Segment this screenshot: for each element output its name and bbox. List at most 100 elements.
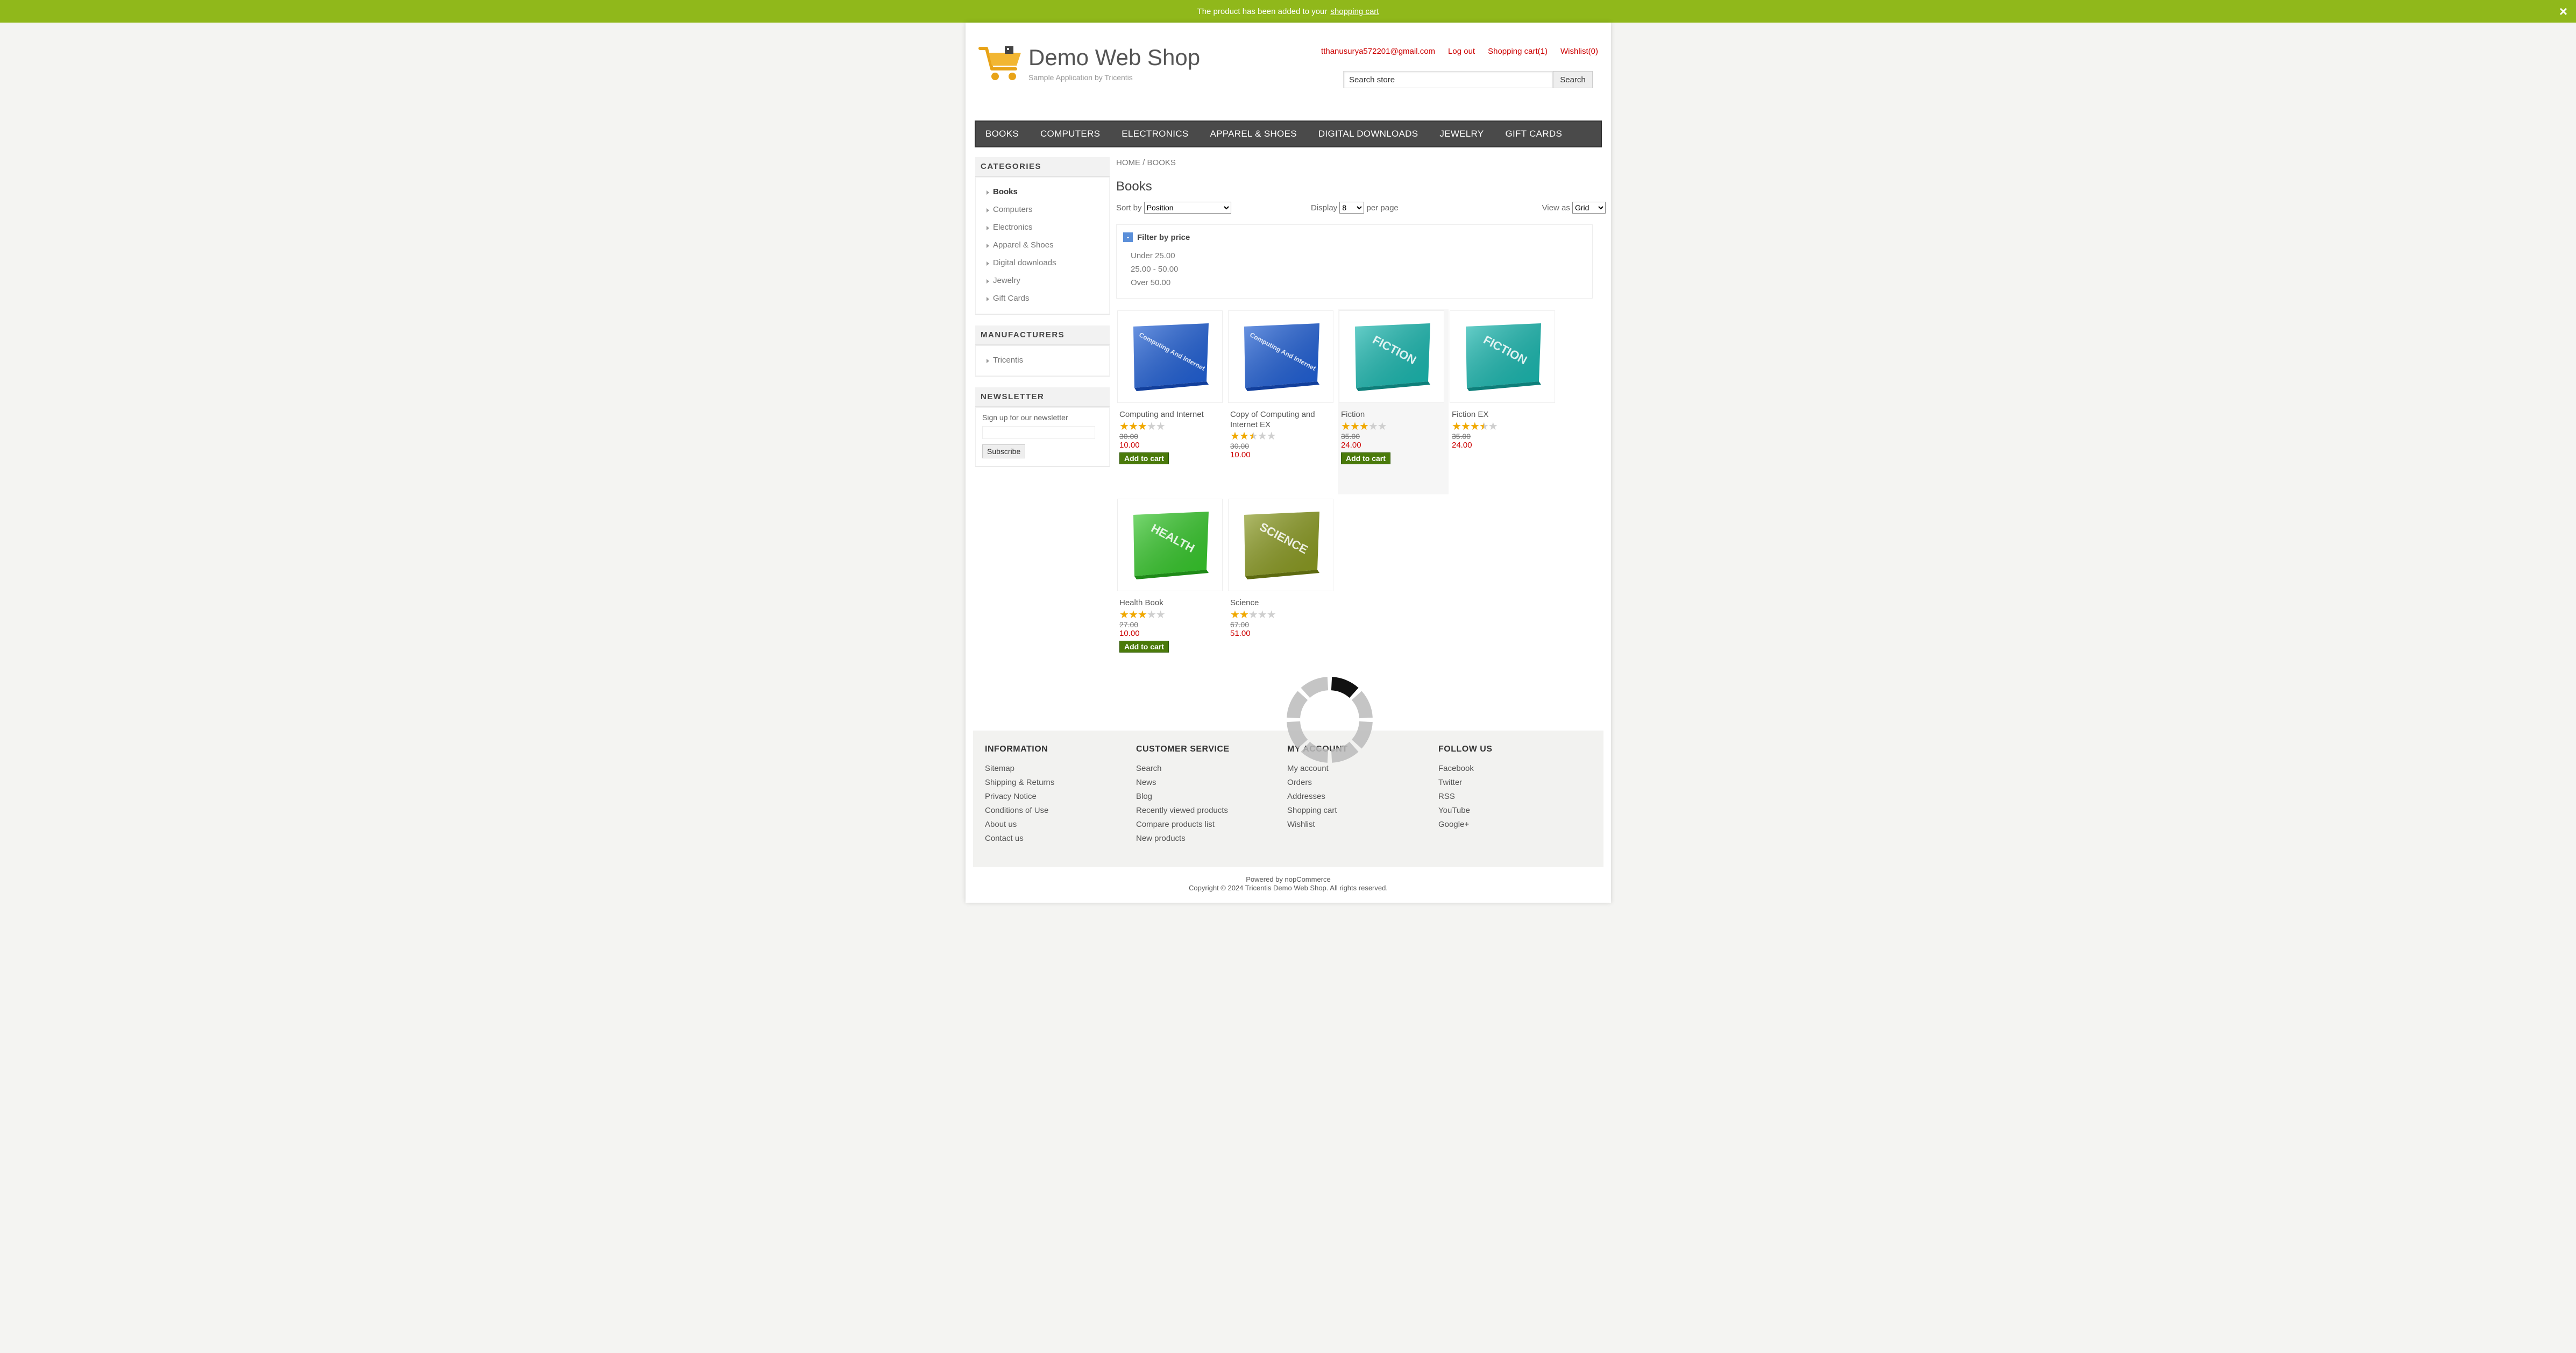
- footer-link[interactable]: New products: [1136, 832, 1276, 846]
- menu-apparel-shoes[interactable]: APPAREL & SHOES: [1210, 129, 1297, 139]
- product-title[interactable]: Science: [1230, 598, 1332, 608]
- manufacturer-tricentis[interactable]: Tricentis: [985, 351, 1109, 369]
- logout-link[interactable]: Log out: [1448, 47, 1475, 56]
- category-books[interactable]: Books: [985, 183, 1109, 201]
- footer-link[interactable]: Search: [1136, 762, 1276, 776]
- close-icon[interactable]: ×: [2559, 4, 2567, 18]
- product-title[interactable]: Fiction: [1341, 409, 1443, 420]
- sort-select[interactable]: Position: [1144, 202, 1231, 214]
- star-icon: ★: [1359, 421, 1369, 433]
- category-computers[interactable]: Computers: [985, 201, 1109, 218]
- product-selectors: Sort by Position Display 8 per page View…: [1116, 202, 1606, 217]
- footer-link[interactable]: News: [1136, 776, 1276, 790]
- shopping-cart-link[interactable]: shopping cart: [1330, 7, 1379, 16]
- collapse-toggle-icon[interactable]: -: [1123, 232, 1133, 242]
- footer-link[interactable]: Blog: [1136, 790, 1276, 804]
- category-jewelry[interactable]: Jewelry: [985, 272, 1109, 289]
- product-title[interactable]: Fiction EX: [1452, 409, 1554, 420]
- product-image[interactable]: FICTION: [1339, 310, 1444, 403]
- newsletter-text: Sign up for our newsletter: [982, 413, 1068, 422]
- wishlist-link[interactable]: Wishlist(0): [1560, 47, 1598, 56]
- star-icon: ★: [1257, 430, 1267, 442]
- menu-jewelry[interactable]: JEWELRY: [1439, 129, 1484, 139]
- footer-link[interactable]: About us: [985, 818, 1125, 832]
- price-range-25-50[interactable]: 25.00 - 50.00: [1131, 263, 1586, 277]
- footer-link[interactable]: Facebook: [1438, 762, 1578, 776]
- star-icon: ★: [1155, 421, 1166, 433]
- category-electronics[interactable]: Electronics: [985, 218, 1109, 236]
- menu-electronics[interactable]: ELECTRONICS: [1122, 129, 1188, 139]
- footer-link[interactable]: Shopping cart: [1287, 804, 1427, 818]
- add-to-cart-button[interactable]: Add to cart: [1119, 452, 1169, 464]
- breadcrumb: HOME / BOOKS: [1116, 158, 1606, 167]
- old-price: 35.00: [1452, 432, 1471, 441]
- product-image[interactable]: Computing And Internet: [1117, 310, 1223, 403]
- menu-books[interactable]: BOOKS: [985, 129, 1019, 139]
- star-icon: ★: [1119, 421, 1129, 433]
- copyright-text: Copyright © 2024 Tricentis Demo Web Shop…: [1189, 884, 1388, 892]
- product-image[interactable]: FICTION: [1450, 310, 1555, 403]
- spinner-segment: [1351, 721, 1373, 749]
- footer-link[interactable]: Addresses: [1287, 790, 1427, 804]
- view-mode-select[interactable]: Grid: [1572, 202, 1606, 214]
- product-title[interactable]: Health Book: [1119, 598, 1222, 608]
- menu-digital-downloads[interactable]: DIGITAL DOWNLOADS: [1318, 129, 1418, 139]
- footer-link[interactable]: Sitemap: [985, 762, 1125, 776]
- add-to-cart-button[interactable]: Add to cart: [1341, 452, 1390, 464]
- footer-column-title: INFORMATION: [985, 745, 1048, 754]
- footer-link[interactable]: Wishlist: [1287, 818, 1427, 832]
- footer-link[interactable]: Compare products list: [1136, 818, 1276, 832]
- star-icon: ★: [1488, 421, 1498, 433]
- notification-bar: The product has been added to your shopp…: [0, 0, 2576, 23]
- product-grid: Computing And Internet Computing and Inte…: [1116, 309, 1593, 686]
- footer-link[interactable]: Shipping & Returns: [985, 776, 1125, 790]
- shopping-cart-header-link[interactable]: Shopping cart(1): [1488, 47, 1548, 56]
- price-range-under-25[interactable]: Under 25.00: [1131, 250, 1586, 263]
- newsletter-block: NEWSLETTER Sign up for our newsletter Su…: [975, 387, 1110, 467]
- footer-link[interactable]: Contact us: [985, 832, 1125, 846]
- spinner-segment: [1301, 677, 1329, 698]
- menu-gift-cards[interactable]: GIFT CARDS: [1505, 129, 1562, 139]
- category-gift-cards[interactable]: Gift Cards: [985, 289, 1109, 307]
- star-icon: ★: [1146, 609, 1156, 621]
- footer-link[interactable]: Privacy Notice: [985, 790, 1125, 804]
- logo[interactable]: Demo Web Shop Sample Application by Tric…: [978, 43, 1200, 84]
- actual-price: 24.00: [1452, 441, 1472, 450]
- top-menu: BOOKS COMPUTERS ELECTRONICS APPAREL & SH…: [975, 121, 1602, 147]
- menu-computers[interactable]: COMPUTERS: [1040, 129, 1100, 139]
- account-link[interactable]: tthanusurya572201@gmail.com: [1321, 47, 1435, 56]
- newsletter-email-input[interactable]: [982, 426, 1095, 439]
- category-apparel-shoes[interactable]: Apparel & Shoes: [985, 236, 1109, 254]
- page-size-select[interactable]: 8: [1339, 202, 1365, 214]
- product-image[interactable]: SCIENCE: [1228, 499, 1333, 591]
- old-price: 30.00: [1230, 442, 1250, 450]
- search-button[interactable]: Search: [1553, 71, 1593, 88]
- actual-price: 24.00: [1341, 441, 1361, 450]
- add-to-cart-button[interactable]: Add to cart: [1119, 641, 1169, 653]
- subscribe-button[interactable]: Subscribe: [982, 444, 1026, 458]
- category-digital-downloads[interactable]: Digital downloads: [985, 254, 1109, 272]
- footer-column-title: FOLLOW US: [1438, 745, 1493, 754]
- footer-link[interactable]: Orders: [1287, 776, 1427, 790]
- star-icon: ★: [1137, 609, 1147, 621]
- filter-title: Filter by price: [1137, 232, 1190, 242]
- price-range-over-50[interactable]: Over 50.00: [1131, 277, 1586, 290]
- product-title[interactable]: Copy of Computing and Internet EX: [1230, 409, 1332, 430]
- actual-price: 10.00: [1119, 441, 1140, 450]
- breadcrumb-home[interactable]: HOME: [1116, 158, 1140, 167]
- footer-link[interactable]: RSS: [1438, 790, 1578, 804]
- product-title[interactable]: Computing and Internet: [1119, 409, 1222, 420]
- star-icon: ★: [1230, 430, 1240, 442]
- star-icon: ★: [1350, 421, 1360, 433]
- search-input[interactable]: [1343, 71, 1553, 88]
- footer-link[interactable]: Twitter: [1438, 776, 1578, 790]
- star-icon: ★: [1137, 421, 1147, 433]
- footer-link[interactable]: YouTube: [1438, 804, 1578, 818]
- product-image[interactable]: Computing And Internet: [1228, 310, 1333, 403]
- product-image[interactable]: HEALTH: [1117, 499, 1223, 591]
- footer-link[interactable]: Google+: [1438, 818, 1578, 832]
- footer-link[interactable]: Conditions of Use: [985, 804, 1125, 818]
- star-icon: ★: [1377, 421, 1387, 433]
- footer-column: FOLLOW US Facebook Twitter RSS YouTube Google…: [1438, 745, 1578, 832]
- footer-link[interactable]: Recently viewed products: [1136, 804, 1276, 818]
